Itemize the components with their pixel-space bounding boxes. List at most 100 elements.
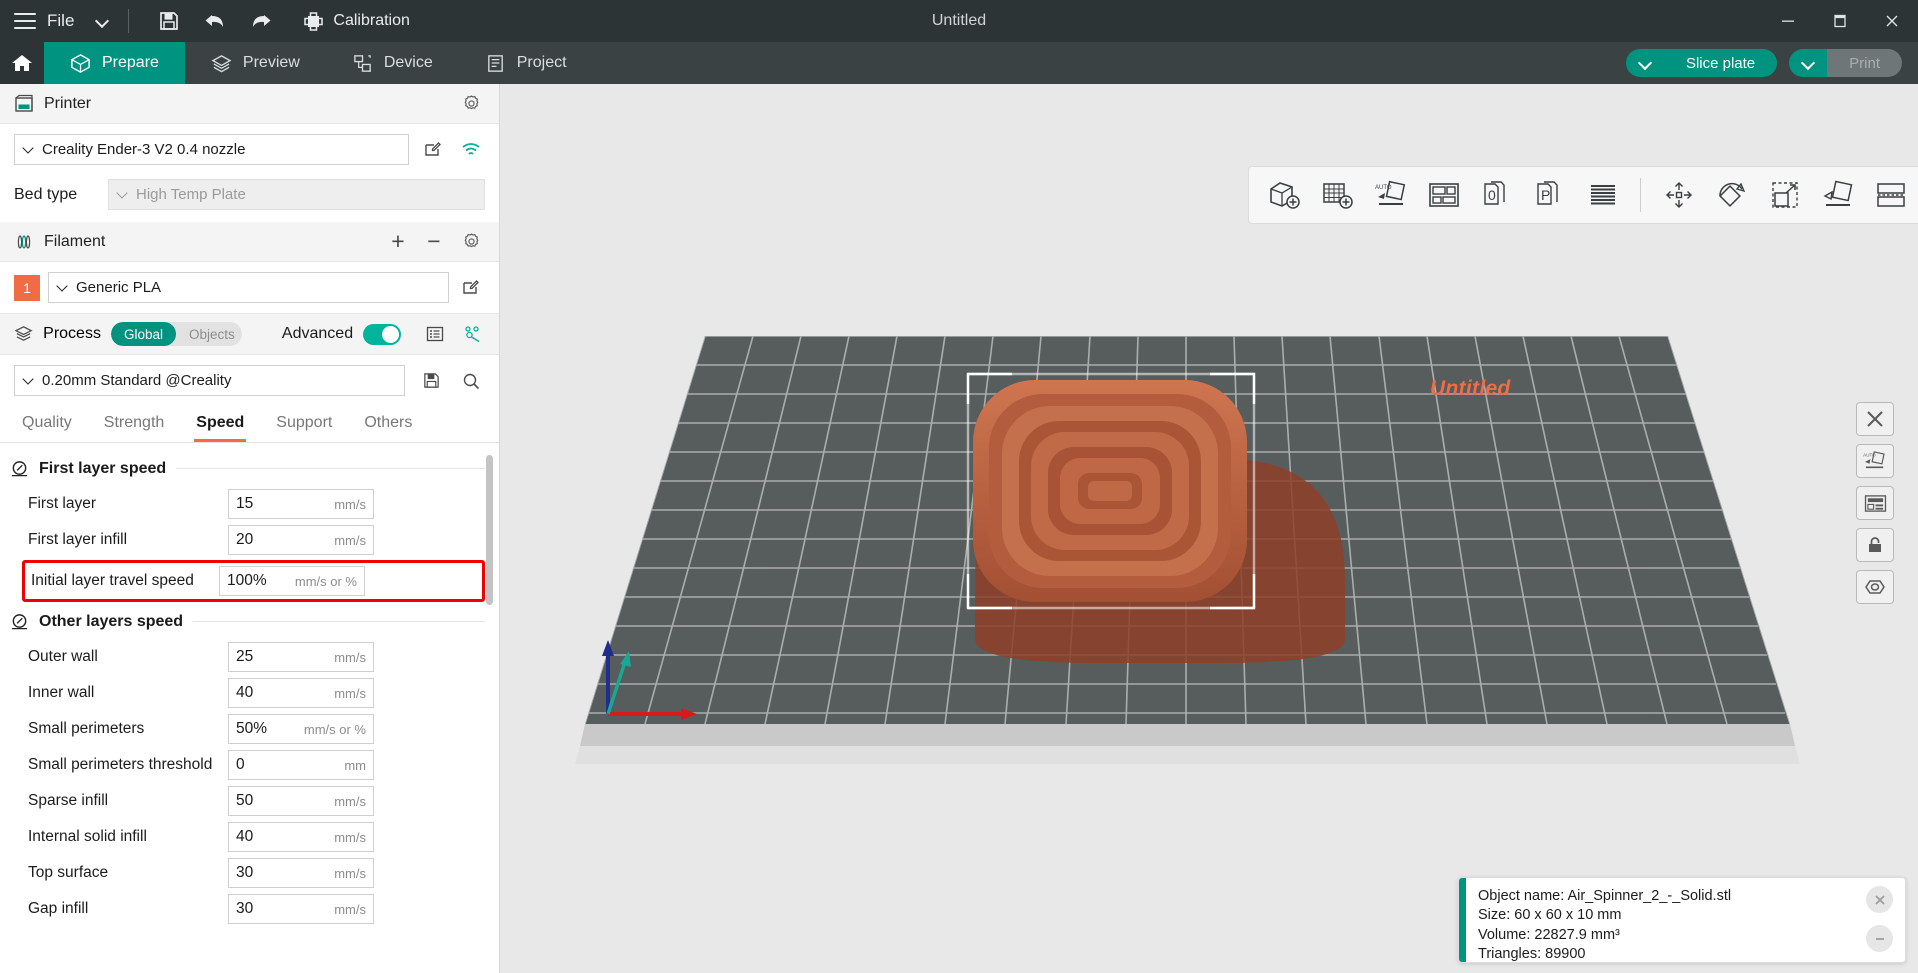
rotate-icon[interactable] bbox=[1708, 172, 1755, 218]
delete-object-button[interactable] bbox=[1856, 402, 1894, 436]
filament-preset-value: Generic PLA bbox=[76, 279, 161, 296]
inner-wall-input[interactable]: 40 mm/s bbox=[228, 678, 374, 708]
object-tools-panel: AUTO bbox=[1856, 402, 1894, 604]
printer-preset-row: Creality Ender-3 V2 0.4 nozzle bbox=[0, 124, 499, 175]
gear-icon bbox=[462, 94, 481, 113]
scope-global-option[interactable]: Global bbox=[111, 322, 176, 346]
setting-unit: mm bbox=[344, 758, 366, 773]
internal-solid-infill-input[interactable]: 40 mm/s bbox=[228, 822, 374, 852]
remove-filament-button[interactable]: − bbox=[421, 230, 447, 253]
search-settings-button[interactable] bbox=[457, 367, 485, 395]
add-object-icon[interactable] bbox=[1261, 172, 1308, 218]
layout-button[interactable] bbox=[1856, 486, 1894, 520]
lay-on-face-icon[interactable] bbox=[1814, 172, 1861, 218]
filament-settings-button[interactable] bbox=[457, 228, 485, 256]
3d-viewport[interactable]: Untitled 01 bbox=[500, 84, 1918, 973]
orient-p-icon[interactable]: P bbox=[1526, 172, 1573, 218]
move-icon[interactable] bbox=[1655, 172, 1702, 218]
slice-dropdown-button[interactable] bbox=[1626, 49, 1664, 77]
close-button[interactable] bbox=[1866, 0, 1918, 42]
gear-icon bbox=[462, 232, 481, 251]
file-menu-label[interactable]: File bbox=[47, 11, 74, 31]
variable-layer-height-icon[interactable] bbox=[1579, 172, 1626, 218]
process-preset-value: 0.20mm Standard @Creality bbox=[42, 372, 231, 389]
small-perimeters-threshold-input[interactable]: 0 mm bbox=[228, 750, 374, 780]
first-layer-input[interactable]: 15 mm/s bbox=[228, 489, 374, 519]
tab-quality[interactable]: Quality bbox=[14, 406, 88, 442]
speed-gauge-icon bbox=[10, 612, 29, 631]
add-plate-icon[interactable] bbox=[1314, 172, 1361, 218]
calibration-button[interactable]: Calibration bbox=[303, 11, 409, 32]
printer-edit-button[interactable] bbox=[419, 136, 447, 164]
undo-button[interactable] bbox=[193, 0, 237, 42]
minimize-icon bbox=[1780, 13, 1796, 29]
print-dropdown-button[interactable] bbox=[1789, 49, 1827, 77]
process-preset-select[interactable]: 0.20mm Standard @Creality bbox=[14, 365, 405, 396]
process-preset-row: 0.20mm Standard @Creality bbox=[0, 355, 499, 406]
restore-button[interactable] bbox=[1814, 0, 1866, 42]
object-info-collapse-button[interactable] bbox=[1866, 925, 1893, 952]
tab-strength[interactable]: Strength bbox=[88, 406, 180, 442]
chevron-down-icon[interactable] bbox=[94, 13, 110, 29]
plate-title: Untitled bbox=[1430, 377, 1511, 401]
tab-others[interactable]: Others bbox=[348, 406, 428, 442]
chevron-down-icon bbox=[23, 143, 36, 156]
filament-preset-select[interactable]: Generic PLA bbox=[48, 272, 449, 303]
orient-0-icon[interactable]: 0 bbox=[1473, 172, 1520, 218]
chevron-down-icon bbox=[1637, 55, 1653, 71]
setting-label: First layer bbox=[28, 495, 228, 514]
setting-value: 25 bbox=[236, 648, 253, 666]
printer-settings-button[interactable] bbox=[457, 90, 485, 118]
print-split-button[interactable]: Print bbox=[1789, 49, 1902, 77]
redo-button[interactable] bbox=[239, 0, 283, 42]
filament-edit-button[interactable] bbox=[457, 274, 485, 302]
auto-arrange-icon[interactable]: AUTO bbox=[1367, 172, 1414, 218]
speed-gauge-icon bbox=[10, 459, 29, 478]
print-button[interactable]: Print bbox=[1827, 49, 1902, 77]
setting-label: Outer wall bbox=[28, 648, 228, 667]
gap-infill-input[interactable]: 30 mm/s bbox=[228, 894, 374, 924]
process-scope-toggle[interactable]: Global Objects bbox=[111, 322, 242, 346]
bed-type-select[interactable]: High Temp Plate bbox=[108, 179, 485, 210]
home-button[interactable] bbox=[0, 42, 44, 84]
small-perimeters-input[interactable]: 50% mm/s or % bbox=[228, 714, 374, 744]
initial-layer-travel-speed-input[interactable]: 100% mm/s or % bbox=[219, 566, 365, 596]
cut-icon[interactable] bbox=[1867, 172, 1914, 218]
slice-plate-split-button[interactable]: Slice plate bbox=[1626, 49, 1777, 77]
auto-arrange-button[interactable]: AUTO bbox=[1856, 444, 1894, 478]
auto-layout-icon[interactable] bbox=[1420, 172, 1467, 218]
save-icon bbox=[422, 371, 441, 390]
sparse-infill-input[interactable]: 50 mm/s bbox=[228, 786, 374, 816]
object-info-close-button[interactable] bbox=[1866, 886, 1893, 913]
slice-plate-button[interactable]: Slice plate bbox=[1664, 49, 1777, 77]
first-layer-infill-input[interactable]: 20 mm/s bbox=[228, 525, 374, 555]
hamburger-icon[interactable] bbox=[14, 13, 36, 29]
outer-wall-input[interactable]: 25 mm/s bbox=[228, 642, 374, 672]
printer-connection-status[interactable] bbox=[457, 136, 485, 164]
add-filament-button[interactable]: + bbox=[385, 230, 411, 253]
setting-row-first-layer: First layer 15 mm/s bbox=[0, 486, 499, 522]
setting-value: 20 bbox=[236, 531, 253, 549]
settings-scroll-area[interactable]: First layer speed First layer 15 mm/s Fi… bbox=[0, 443, 499, 973]
scope-objects-option[interactable]: Objects bbox=[176, 322, 242, 346]
compare-presets-button[interactable] bbox=[458, 320, 485, 348]
tab-prepare[interactable]: Prepare bbox=[44, 42, 185, 84]
scale-icon[interactable] bbox=[1761, 172, 1808, 218]
advanced-toggle[interactable] bbox=[363, 324, 401, 345]
lock-button[interactable] bbox=[1856, 528, 1894, 562]
filament-index-badge[interactable]: 1 bbox=[14, 275, 40, 301]
tab-project[interactable]: Project bbox=[459, 42, 593, 84]
save-button[interactable] bbox=[147, 0, 191, 42]
tab-device[interactable]: Device bbox=[326, 42, 459, 84]
printer-preset-select[interactable]: Creality Ender-3 V2 0.4 nozzle bbox=[14, 134, 409, 165]
settings-scrollbar-thumb[interactable] bbox=[486, 455, 493, 605]
visibility-button[interactable] bbox=[1856, 570, 1894, 604]
save-preset-button[interactable] bbox=[417, 367, 445, 395]
tab-preview[interactable]: Preview bbox=[185, 42, 326, 84]
printer-section-label: Printer bbox=[44, 95, 91, 113]
tab-support[interactable]: Support bbox=[260, 406, 348, 442]
parameter-list-button[interactable] bbox=[421, 320, 448, 348]
minimize-button[interactable] bbox=[1762, 0, 1814, 42]
tab-speed[interactable]: Speed bbox=[180, 406, 260, 442]
top-surface-input[interactable]: 30 mm/s bbox=[228, 858, 374, 888]
